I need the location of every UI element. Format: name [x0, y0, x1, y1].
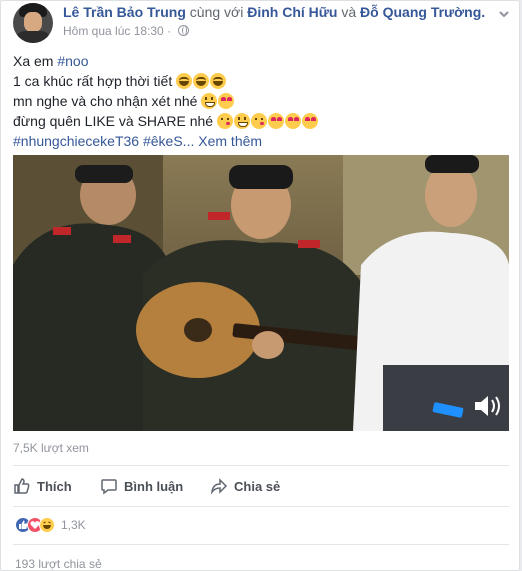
like-button[interactable]: Thích — [13, 474, 72, 498]
reaction-summary[interactable]: 1,3K — [15, 516, 86, 534]
reaction-count: 1,3K — [61, 518, 86, 532]
action-bar: Thích Bình luận Chia sẻ — [13, 474, 509, 498]
message-text: 1 ca khúc rất hợp thời tiết — [13, 73, 173, 89]
post-meta: Hôm qua lúc 18:30 · — [63, 24, 190, 38]
post-header: Lê Trần Bảo Trung cùng với Đinh Chí Hữu … — [13, 1, 513, 45]
hashtags[interactable]: #nhungchiecekeT36 #êkeS... — [13, 133, 194, 149]
message-text: mn nghe và cho nhận xét nhé — [13, 93, 198, 109]
heart-eyes-emoji-icon — [267, 113, 284, 129]
kissing-emoji-icon — [250, 113, 267, 129]
heart-eyes-emoji-icon — [301, 113, 318, 129]
like-label: Thích — [37, 478, 72, 494]
tagged-user-2[interactable]: Đỗ Quang Trường. — [360, 4, 485, 20]
tagged-user-1[interactable]: Đinh Chí Hữu — [247, 4, 337, 20]
divider — [13, 544, 509, 545]
laughing-emoji-icon — [210, 73, 227, 89]
grinning-emoji-icon — [233, 113, 250, 129]
message-line-5: #nhungchiecekeT36 #êkeS... Xem thêm — [13, 131, 508, 151]
comment-button[interactable]: Bình luận — [100, 474, 183, 498]
grinning-emoji-icon — [201, 93, 218, 109]
with-text: cùng với — [189, 4, 244, 20]
hashtag-noo[interactable]: #noo — [57, 53, 88, 69]
message-line-3: mn nghe và cho nhận xét nhé — [13, 91, 508, 111]
message-line-1: Xa em #noo — [13, 51, 508, 71]
video-frame — [13, 155, 509, 431]
comment-icon — [101, 479, 117, 495]
post-message: Xa em #noo 1 ca khúc rất hợp thời tiết m… — [13, 51, 508, 151]
and-text: và — [341, 4, 357, 20]
haha-reaction-icon — [39, 517, 55, 533]
view-count: 7,5K lượt xem — [13, 441, 89, 455]
timestamp[interactable]: Hôm qua lúc 18:30 — [63, 24, 164, 38]
message-text: Xa em — [13, 53, 54, 69]
divider — [13, 465, 509, 466]
author-name[interactable]: Lê Trần Bảo Trung — [63, 4, 186, 20]
share-arrow-icon — [210, 478, 228, 495]
divider — [13, 506, 509, 507]
kissing-emoji-icon — [216, 113, 233, 129]
meta-separator: · — [167, 24, 172, 38]
author-avatar[interactable] — [13, 3, 53, 43]
chevron-down-icon[interactable] — [497, 7, 511, 21]
heart-eyes-emoji-icon — [218, 93, 235, 109]
laughing-emoji-icon — [193, 73, 210, 89]
share-button[interactable]: Chia sẻ — [210, 474, 280, 498]
laughing-emoji-icon — [176, 73, 193, 89]
thumbs-up-icon — [14, 478, 30, 494]
comment-label: Bình luận — [124, 478, 184, 494]
share-count[interactable]: 193 lượt chia sẻ — [15, 557, 102, 571]
heart-eyes-emoji-icon — [284, 113, 301, 129]
message-text: đừng quên LIKE và SHARE nhé — [13, 113, 214, 129]
share-label: Chia sẻ — [234, 478, 281, 494]
globe-icon[interactable] — [178, 25, 190, 36]
post-card: Lê Trần Bảo Trung cùng với Đinh Chí Hữu … — [0, 0, 520, 571]
message-line-4: đừng quên LIKE và SHARE nhé — [13, 111, 508, 131]
message-line-2: 1 ca khúc rất hợp thời tiết — [13, 71, 508, 91]
video-player[interactable] — [13, 155, 509, 431]
see-more-link[interactable]: Xem thêm — [198, 133, 262, 149]
post-headline: Lê Trần Bảo Trung cùng với Đinh Chí Hữu … — [63, 4, 485, 20]
